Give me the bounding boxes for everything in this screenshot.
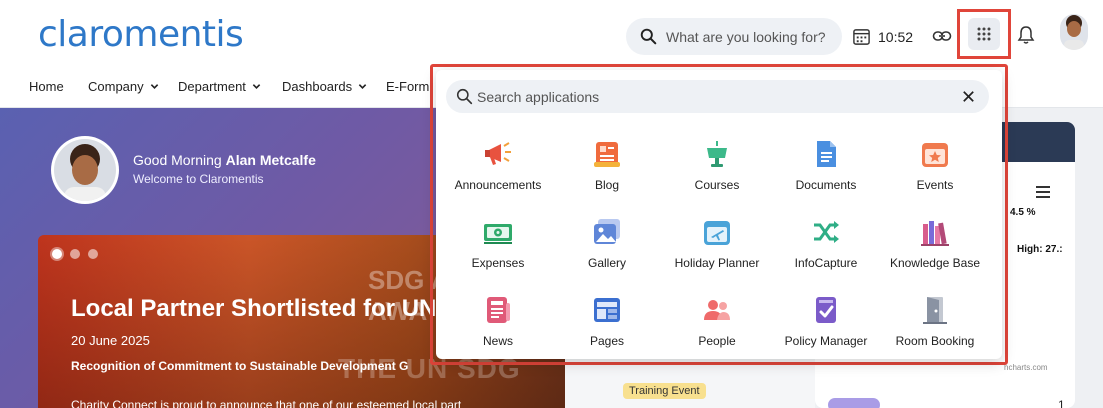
app-label: News bbox=[482, 334, 513, 348]
apps-dropdown: Search applications Announcements Blog C… bbox=[436, 70, 1002, 359]
search-applications-placeholder: Search applications bbox=[477, 88, 600, 105]
pages-icon bbox=[590, 293, 624, 327]
grid-dots-icon bbox=[977, 27, 991, 41]
app-label: Documents bbox=[795, 178, 857, 192]
app-documents[interactable]: Documents bbox=[771, 137, 881, 203]
chart-high-label: High: 27.: bbox=[1017, 244, 1063, 255]
app-people[interactable]: People bbox=[662, 293, 772, 359]
app-courses[interactable]: Courses bbox=[662, 137, 772, 203]
carousel-dots bbox=[52, 249, 98, 259]
app-knowledge-base[interactable]: Knowledge Base bbox=[880, 215, 990, 281]
search-icon bbox=[456, 88, 473, 105]
news-title[interactable]: Local Partner Shortlisted for UN SI bbox=[71, 295, 466, 323]
shuffle-icon bbox=[809, 215, 843, 249]
app-label: Pages bbox=[589, 334, 625, 348]
link-icon[interactable] bbox=[932, 26, 952, 46]
calendar-star-icon bbox=[918, 137, 952, 171]
app-pages[interactable]: Pages bbox=[552, 293, 662, 359]
money-icon bbox=[481, 215, 515, 249]
door-icon bbox=[918, 293, 952, 327]
people-icon bbox=[700, 293, 734, 327]
app-room-booking[interactable]: Room Booking bbox=[880, 293, 990, 359]
apps-button-highlight bbox=[957, 9, 1011, 59]
chevron-down-icon bbox=[358, 84, 367, 89]
top-header: claromentis What are you looking for? 10… bbox=[0, 0, 1103, 68]
app-news[interactable]: News bbox=[443, 293, 553, 359]
clock-widget[interactable]: 10:52 bbox=[852, 27, 913, 46]
calendar-icon bbox=[853, 29, 870, 45]
claromentis-logo[interactable]: claromentis bbox=[38, 14, 244, 55]
hamburger-menu-icon[interactable] bbox=[1036, 186, 1050, 198]
carousel-dot[interactable] bbox=[52, 249, 62, 259]
item-count: 1 bbox=[1058, 398, 1065, 408]
news-body: Charity Connect is proud to announce tha… bbox=[71, 398, 462, 408]
close-icon[interactable] bbox=[960, 88, 977, 105]
apps-launcher-button[interactable] bbox=[968, 18, 1000, 50]
training-event-badge: Training Event bbox=[623, 383, 706, 399]
app-blog[interactable]: Blog bbox=[552, 137, 662, 203]
policy-check-icon bbox=[809, 293, 843, 327]
greeting-avatar bbox=[51, 136, 119, 204]
gallery-icon bbox=[590, 215, 624, 249]
app-expenses[interactable]: Expenses bbox=[443, 215, 553, 281]
app-gallery[interactable]: Gallery bbox=[552, 215, 662, 281]
greeting-prefix: Good Morning bbox=[133, 152, 226, 168]
user-avatar[interactable] bbox=[1060, 14, 1088, 50]
greeting-user-name: Alan Metcalfe bbox=[225, 152, 316, 168]
app-label: Policy Manager bbox=[784, 334, 868, 348]
nav-item-label: E-Form bbox=[386, 79, 430, 94]
app-label: Events bbox=[916, 178, 954, 192]
greeting-subtitle: Welcome to Claromentis bbox=[133, 172, 264, 186]
clock-time: 10:52 bbox=[878, 28, 914, 45]
app-label: Expenses bbox=[471, 256, 525, 270]
notifications-bell-icon[interactable] bbox=[1017, 25, 1035, 45]
app-label: Blog bbox=[594, 178, 620, 192]
carousel-dot[interactable] bbox=[70, 249, 80, 259]
document-icon bbox=[809, 137, 843, 171]
global-search-input[interactable]: What are you looking for? bbox=[626, 18, 842, 55]
category-pill bbox=[828, 398, 880, 408]
app-label: Gallery bbox=[587, 256, 626, 270]
app-announcements[interactable]: Announcements bbox=[443, 137, 553, 203]
news-icon bbox=[481, 293, 515, 327]
chevron-down-icon bbox=[150, 84, 158, 89]
app-label: People bbox=[698, 334, 736, 348]
app-policy-manager[interactable]: Policy Manager bbox=[771, 293, 881, 359]
greeting-title: Good Morning Alan Metcalfe bbox=[133, 152, 316, 168]
nav-item-eform[interactable]: E-Form bbox=[386, 79, 429, 94]
app-infocapture[interactable]: InfoCapture bbox=[771, 215, 881, 281]
nav-item-label: Department bbox=[178, 79, 246, 94]
carousel-dot[interactable] bbox=[88, 249, 98, 259]
app-label: Knowledge Base bbox=[889, 256, 981, 270]
global-search-placeholder: What are you looking for? bbox=[666, 28, 826, 45]
nav-item-label: Company bbox=[88, 79, 144, 94]
nav-item-dashboards[interactable]: Dashboards bbox=[282, 79, 367, 94]
app-label: Announcements bbox=[454, 178, 542, 192]
chart-credit: hcharts.com bbox=[1004, 363, 1048, 372]
books-icon bbox=[918, 215, 952, 249]
app-label: Courses bbox=[694, 178, 740, 192]
nav-item-department[interactable]: Department bbox=[178, 79, 261, 94]
app-events[interactable]: Events bbox=[880, 137, 990, 203]
news-date: 20 June 2025 bbox=[71, 333, 150, 348]
plane-calendar-icon bbox=[700, 215, 734, 249]
nav-item-company[interactable]: Company bbox=[88, 79, 159, 94]
chevron-down-icon bbox=[252, 84, 261, 89]
app-label: Holiday Planner bbox=[674, 256, 760, 270]
app-label: InfoCapture bbox=[794, 256, 858, 270]
nav-item-label: Home bbox=[29, 79, 64, 94]
courses-icon bbox=[700, 137, 734, 171]
blog-icon bbox=[590, 137, 624, 171]
app-frame: claromentis What are you looking for? 10… bbox=[0, 0, 1103, 408]
app-holiday-planner[interactable]: Holiday Planner bbox=[662, 215, 772, 281]
news-subtitle: Recognition of Commitment to Sustainable… bbox=[71, 359, 409, 373]
chart-percent-label: 4.5 % bbox=[1010, 207, 1036, 218]
nav-item-home[interactable]: Home bbox=[29, 79, 64, 94]
search-icon bbox=[640, 28, 657, 45]
search-applications-input[interactable]: Search applications bbox=[446, 80, 989, 113]
app-label: Room Booking bbox=[895, 334, 975, 348]
nav-item-label: Dashboards bbox=[282, 79, 353, 94]
megaphone-icon bbox=[481, 137, 515, 171]
